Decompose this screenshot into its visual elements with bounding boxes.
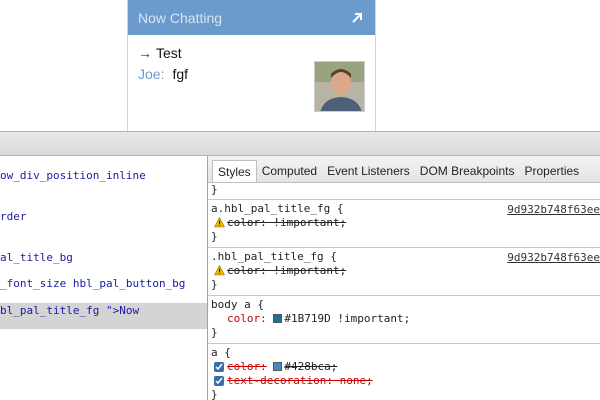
- style-property[interactable]: color: !important;: [211, 264, 600, 278]
- dom-node[interactable]: ow_div_position_inline: [0, 168, 146, 184]
- style-rule: a.hbl_pal_title_fg { 9d932b748f63ee colo…: [208, 200, 600, 248]
- dom-node-selected[interactable]: bl_pal_title_fg ">Now: [0, 303, 207, 329]
- elements-panel[interactable]: ow_div_position_inline rder al_title_bg …: [0, 156, 207, 400]
- tab-styles[interactable]: Styles: [212, 160, 257, 182]
- property-text: color: !important;: [227, 216, 347, 229]
- tab-properties[interactable]: Properties: [519, 160, 584, 182]
- style-property[interactable]: color: #428bca;: [211, 360, 600, 374]
- property-name: color:: [227, 360, 267, 373]
- popout-icon[interactable]: [349, 10, 365, 26]
- chat-status-text: Test: [156, 45, 182, 61]
- property-checkbox[interactable]: [214, 362, 224, 372]
- color-swatch[interactable]: [273, 314, 283, 323]
- style-rule: .hbl_pal_title_fg { 9d932b748f63ee color…: [208, 248, 600, 296]
- page-area: Now Chatting → Test Joe: fgf: [0, 0, 600, 131]
- rule-source-link[interactable]: 9d932b748f63ee: [507, 203, 600, 216]
- style-property[interactable]: color: #1B719D !important;: [211, 312, 600, 326]
- property-text: color: !important;: [227, 264, 347, 277]
- right-arrow-icon: →: [138, 45, 152, 61]
- mouse-cursor-icon: [294, 394, 302, 400]
- property-value: #428bca;: [284, 360, 338, 373]
- warning-icon: [214, 264, 225, 280]
- rule-source-link[interactable]: 9d932b748f63ee: [507, 251, 600, 264]
- property-value: #1B719D !important;: [284, 312, 411, 325]
- rule-close-brace: }: [211, 278, 218, 291]
- chat-widget: Now Chatting → Test Joe: fgf: [127, 0, 376, 131]
- tab-dom-breakpoints[interactable]: DOM Breakpoints: [415, 160, 520, 182]
- color-swatch[interactable]: [273, 362, 283, 371]
- rule-close-brace: }: [211, 388, 218, 400]
- dom-node-selected-text: bl_pal_title_fg ">Now: [0, 304, 140, 317]
- devtools-toolbar: [0, 131, 600, 156]
- property-text: text-decoration: none;: [227, 374, 373, 387]
- warning-icon: [214, 216, 225, 232]
- rule-close-brace: }: [211, 230, 218, 243]
- chat-body: → Test Joe: fgf: [128, 35, 375, 112]
- style-rule-tail: }: [208, 183, 600, 200]
- avatar: [314, 61, 365, 112]
- dom-node[interactable]: _font_size hbl_pal_button_bg: [0, 276, 185, 292]
- chat-line-status: → Test: [138, 43, 365, 63]
- style-property[interactable]: color: !important;: [211, 216, 600, 230]
- rule-close-brace: }: [211, 183, 218, 196]
- message-text: fgf: [172, 66, 189, 82]
- property-name: color:: [227, 312, 267, 325]
- dom-node[interactable]: al_title_bg: [0, 250, 73, 266]
- style-rule: body a { color: #1B719D !important; }: [208, 296, 600, 344]
- tab-computed[interactable]: Computed: [257, 160, 322, 182]
- chat-title: Now Chatting: [138, 9, 223, 26]
- rule-selector[interactable]: a {: [211, 346, 600, 360]
- tab-event-listeners[interactable]: Event Listeners: [322, 160, 415, 182]
- message-sender: Joe:: [138, 66, 165, 82]
- property-checkbox[interactable]: [214, 376, 224, 386]
- styles-pane: Styles Computed Event Listeners DOM Brea…: [208, 156, 600, 400]
- rule-selector[interactable]: body a {: [211, 298, 600, 312]
- devtools: ow_div_position_inline rder al_title_bg …: [0, 131, 600, 400]
- style-property[interactable]: text-decoration: none;: [211, 374, 600, 388]
- sidebar-tabs: Styles Computed Event Listeners DOM Brea…: [208, 156, 600, 183]
- style-rule: a { color: #428bca; text-decoration: non…: [208, 344, 600, 400]
- rule-close-brace: }: [211, 326, 218, 339]
- style-rules: } a.hbl_pal_title_fg { 9d932b748f63ee co…: [208, 183, 600, 400]
- dom-node[interactable]: rder: [0, 209, 27, 225]
- chat-header[interactable]: Now Chatting: [128, 0, 375, 35]
